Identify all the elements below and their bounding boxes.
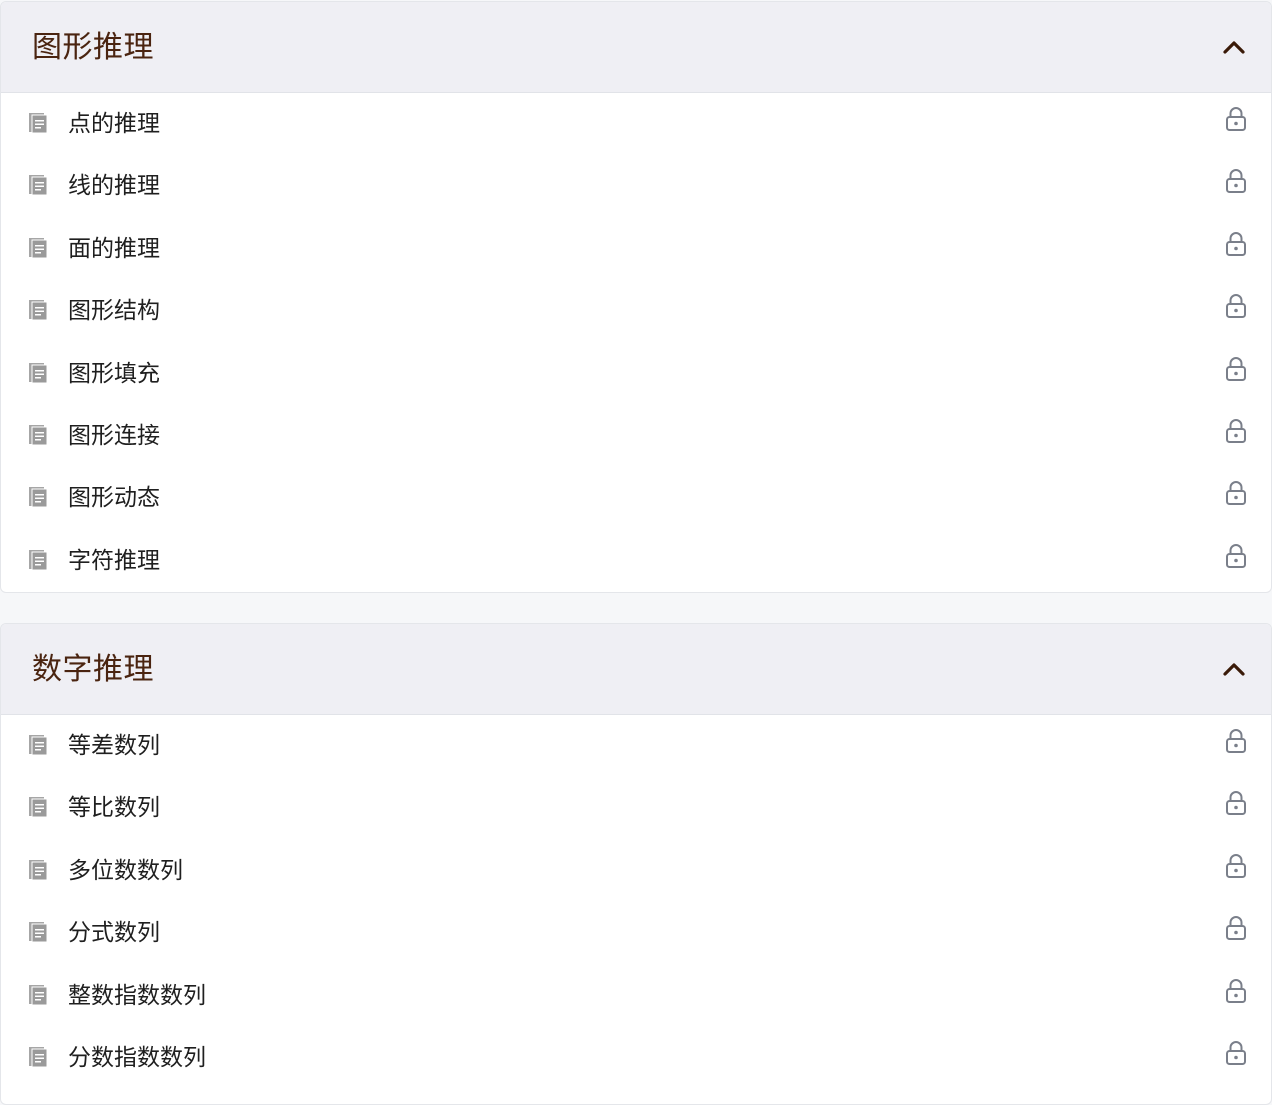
item-label: 整数指数数列 (68, 982, 206, 1009)
lock-icon (1226, 169, 1246, 194)
document-icon (29, 300, 48, 321)
section-title: 数字推理 (32, 652, 154, 687)
lock-icon (1226, 853, 1246, 878)
chevron-up-icon[interactable] (1221, 657, 1247, 679)
list-item[interactable]: 图形动态 (1, 467, 1271, 529)
document-icon (29, 487, 48, 508)
section-graphic-reasoning: 图形推理 点的推理 线的推理 面的推理 图形结构 图形填充 图形连接 图形动态 … (0, 1, 1272, 593)
item-label: 线的推理 (68, 173, 160, 200)
document-icon (29, 237, 48, 259)
lock-icon (1226, 481, 1246, 506)
lock-icon (1226, 231, 1246, 256)
list-item[interactable]: 字符推理 (1, 530, 1271, 592)
item-label: 点的推理 (68, 111, 160, 137)
list-item[interactable]: 分式数列 (1, 902, 1271, 964)
item-list: 点的推理 线的推理 面的推理 图形结构 图形填充 图形连接 图形动态 字符推理 (1, 93, 1271, 592)
lock-icon (1226, 419, 1246, 443)
chevron-up-icon[interactable] (1221, 35, 1247, 57)
document-icon (29, 549, 48, 571)
section-header[interactable]: 图形推理 (1, 2, 1271, 93)
item-label: 等差数列 (68, 733, 160, 759)
lock-icon (1226, 1041, 1246, 1065)
lock-icon (1226, 107, 1246, 131)
list-item[interactable]: 整数指数数列 (1, 965, 1271, 1027)
item-label: 分式数列 (68, 920, 160, 947)
document-icon (29, 113, 48, 134)
item-label: 分数指数数列 (68, 1044, 206, 1071)
list-item[interactable]: 线的推理 (1, 155, 1271, 217)
document-icon (29, 984, 48, 1006)
item-label: 字符推理 (68, 547, 160, 574)
list-item[interactable]: 多位数数列 (1, 840, 1271, 902)
lock-icon (1226, 791, 1246, 816)
list-item[interactable]: 图形结构 (1, 280, 1271, 342)
item-list: 等差数列 等比数列 多位数数列 分式数列 整数指数数列 分数指数数列 (1, 715, 1271, 1089)
list-item[interactable]: 点的推理 (1, 93, 1271, 155)
item-label: 图形填充 (68, 360, 160, 387)
section-header[interactable]: 数字推理 (1, 624, 1271, 715)
lock-icon (1226, 916, 1246, 941)
list-item[interactable]: 面的推理 (1, 218, 1271, 280)
document-icon (29, 424, 48, 446)
section-number-reasoning: 数字推理 等差数列 等比数列 多位数数列 分式数列 整数指数数列 分数指数数列 (0, 623, 1272, 1105)
item-label: 图形连接 (68, 422, 160, 449)
document-icon (29, 797, 48, 818)
item-label: 面的推理 (68, 235, 160, 262)
list-item[interactable]: 等比数列 (1, 777, 1271, 839)
document-icon (29, 1046, 48, 1068)
document-icon (29, 175, 48, 196)
lock-icon (1226, 978, 1246, 1003)
item-label: 多位数数列 (68, 857, 183, 884)
document-icon (29, 922, 48, 943)
list-item[interactable]: 图形填充 (1, 343, 1271, 405)
document-icon (29, 362, 48, 384)
item-label: 图形结构 (68, 298, 160, 325)
lock-icon (1226, 543, 1246, 568)
lock-icon (1226, 729, 1246, 753)
lock-icon (1226, 294, 1246, 319)
document-icon (29, 735, 48, 756)
item-label: 等比数列 (68, 795, 160, 822)
lock-icon (1226, 356, 1246, 381)
section-title: 图形推理 (32, 30, 154, 65)
list-item[interactable]: 图形连接 (1, 405, 1271, 467)
list-item[interactable]: 等差数列 (1, 715, 1271, 777)
list-item[interactable]: 分数指数数列 (1, 1027, 1271, 1089)
document-icon (29, 859, 48, 881)
item-label: 图形动态 (68, 485, 160, 512)
